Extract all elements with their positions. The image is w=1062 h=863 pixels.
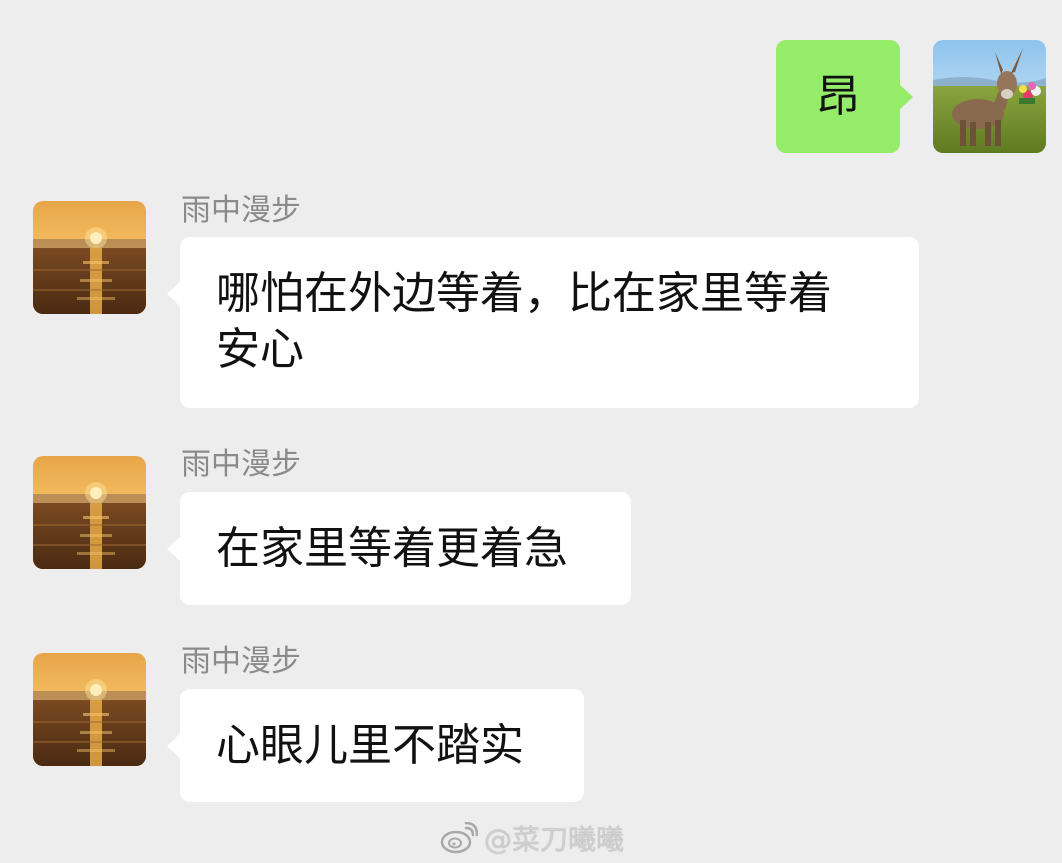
- message-text: 哪怕在外边等着，比在家里等着 安心: [216, 268, 832, 375]
- sender-name: 雨中漫步: [181, 644, 301, 679]
- watermark-text: @菜刀曦曦: [484, 823, 625, 856]
- sunset-photo-avatar: [33, 201, 146, 314]
- incoming-bubble-tail: [167, 536, 181, 562]
- sender-name: 雨中漫步: [181, 447, 301, 482]
- outgoing-message-text: 昂: [816, 70, 860, 122]
- outgoing-message-bubble[interactable]: 昂: [776, 40, 913, 153]
- contact-avatar[interactable]: [33, 653, 146, 766]
- message-text: 在家里等着更着急: [216, 522, 568, 574]
- incoming-message-bubble[interactable]: 在家里等着更着急: [167, 492, 631, 605]
- incoming-message-bubble[interactable]: 心眼儿里不踏实: [167, 689, 584, 802]
- weibo-logo-icon: [440, 822, 478, 854]
- incoming-bubble-tail: [167, 281, 181, 307]
- contact-avatar[interactable]: [33, 456, 146, 569]
- sunset-photo-avatar: [33, 653, 146, 766]
- outgoing-bubble-tail: [899, 84, 913, 110]
- incoming-bubble-tail: [167, 733, 181, 759]
- watermark: @菜刀曦曦: [440, 818, 624, 858]
- own-avatar[interactable]: [933, 40, 1046, 153]
- sender-name: 雨中漫步: [181, 193, 301, 228]
- sunset-photo-avatar: [33, 456, 146, 569]
- contact-avatar[interactable]: [33, 201, 146, 314]
- donkey-photo-avatar: [933, 40, 1046, 153]
- incoming-message-bubble[interactable]: 哪怕在外边等着，比在家里等着 安心: [167, 237, 919, 408]
- message-text: 心眼儿里不踏实: [216, 719, 524, 771]
